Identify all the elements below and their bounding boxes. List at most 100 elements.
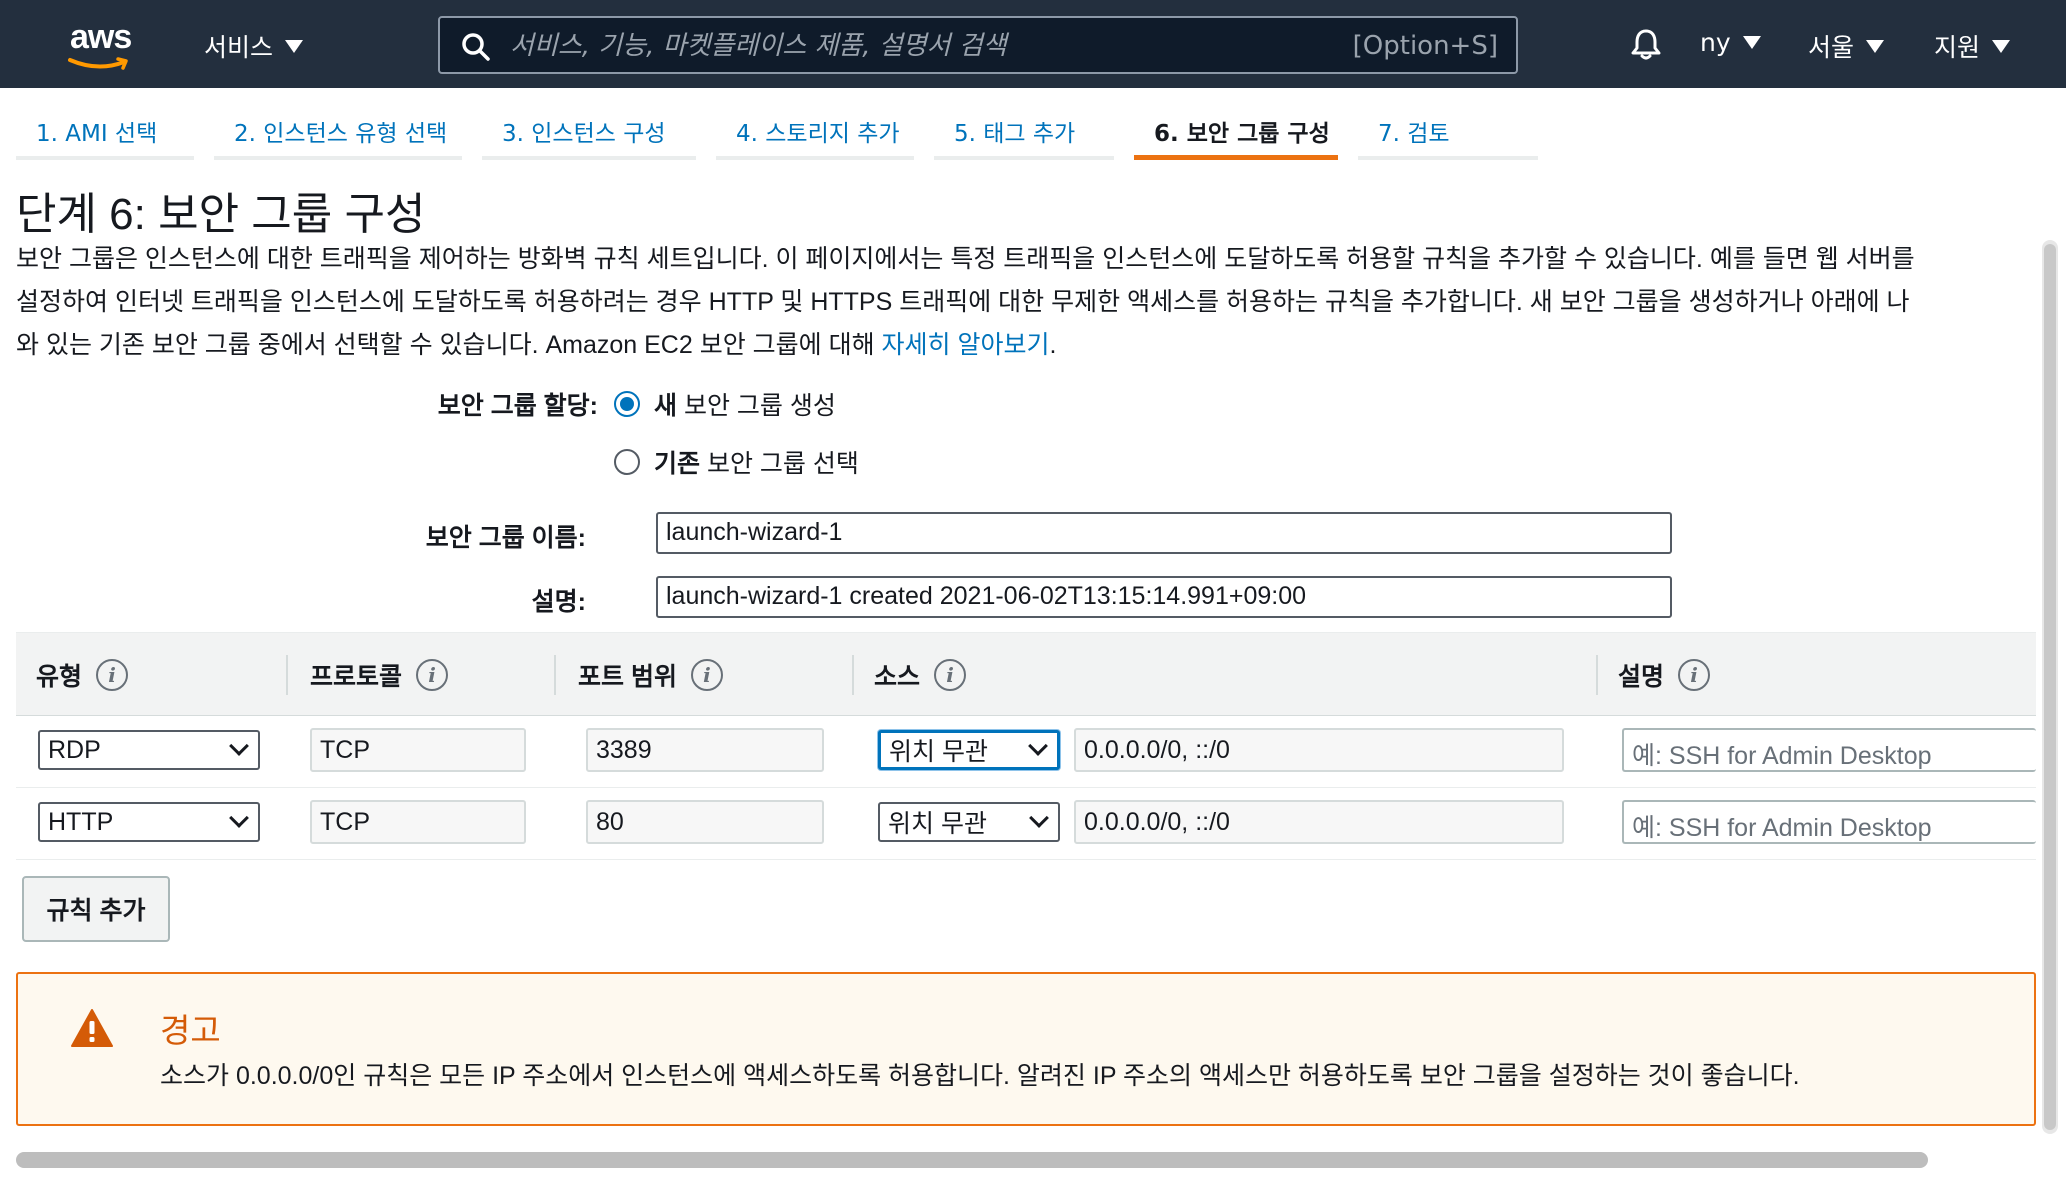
tab-instance-type[interactable]: 2. 인스턴스 유형 선택: [214, 106, 462, 160]
search-input[interactable]: [510, 26, 1310, 66]
services-label: 서비스: [204, 33, 274, 62]
info-icon[interactable]: i: [934, 659, 967, 691]
intro-line-3: 와 있는 기존 보안 그룹 중에서 선택할 수 있습니다. Amazon EC2…: [16, 324, 2036, 367]
tab-instance-config[interactable]: 3. 인스턴스 구성: [482, 106, 696, 160]
description-label: 설명:: [531, 588, 586, 616]
header-description: 설명 i: [1618, 657, 1711, 693]
intro-line-1: 보안 그룹은 인스턴스에 대한 트래픽을 제어하는 방화벽 규칙 세트입니다. …: [16, 245, 1915, 273]
header-divider: [1596, 655, 1598, 695]
top-navigation-bar: aws 서비스 [Option+S] ny 서울 지원: [0, 0, 2066, 88]
vertical-scrollbar-thumb[interactable]: [2044, 244, 2056, 1130]
radio-new-group-label: 새 보안 그룹 생성: [654, 386, 836, 422]
source-select-value: 위치 무관: [889, 738, 988, 766]
source-select[interactable]: 위치 무관: [878, 802, 1060, 842]
protocol-field: TCP: [310, 728, 526, 772]
tab-security-group[interactable]: 6. 보안 그룹 구성: [1134, 106, 1338, 160]
group-name-input[interactable]: launch-wizard-1: [656, 512, 1672, 554]
port-field: 80: [586, 800, 824, 844]
search-icon: [462, 33, 490, 61]
header-type-label: 유형: [36, 663, 83, 691]
intro-line-3-text: 와 있는 기존 보안 그룹 중에서 선택할 수 있습니다. Amazon EC2…: [16, 331, 882, 359]
source-select[interactable]: 위치 무관: [878, 730, 1060, 770]
header-description-label: 설명: [1618, 663, 1665, 691]
radio-existing-group-button[interactable]: [614, 449, 640, 475]
account-menu[interactable]: ny: [1700, 28, 1761, 57]
radio-existing-bold: 기존: [654, 450, 701, 478]
header-protocol-label: 프로토콜: [310, 663, 403, 691]
support-label: 지원: [1934, 33, 1981, 62]
table-row: RDP TCP 3389 위치 무관 0.0.0.0/0, ::/0 예: SS…: [16, 716, 2036, 788]
add-rule-button[interactable]: 규칙 추가: [22, 876, 170, 942]
radio-new-rest: 보안 그룹 생성: [683, 392, 836, 420]
header-port-label: 포트 범위: [578, 663, 677, 691]
search-shortcut-hint: [Option+S]: [1352, 31, 1498, 61]
chevron-down-icon: [229, 808, 249, 828]
port-field: 3389: [586, 728, 824, 772]
assign-label: 보안 그룹 할당:: [437, 392, 598, 420]
region-label: 서울: [1808, 33, 1855, 62]
group-name-label: 보안 그룹 이름:: [425, 524, 586, 552]
protocol-field: TCP: [310, 800, 526, 844]
aws-logo-text: aws: [70, 18, 132, 56]
header-source: 소스 i: [874, 657, 967, 693]
info-icon[interactable]: i: [1678, 659, 1711, 691]
caret-down-icon: [1992, 39, 2011, 53]
header-type: 유형 i: [36, 657, 129, 693]
account-label: ny: [1700, 28, 1731, 57]
rules-table: 유형 i 프로토콜 i 포트 범위 i 소스 i 설명 i RDP TCP 33: [16, 632, 2036, 860]
warning-alert: 경고 소스가 0.0.0.0/0인 규칙은 모든 IP 주소에서 인스턴스에 액…: [16, 972, 2036, 1126]
tab-ami[interactable]: 1. AMI 선택: [16, 106, 194, 160]
services-menu[interactable]: 서비스: [204, 28, 304, 64]
info-icon[interactable]: i: [690, 659, 723, 691]
caret-down-icon: [1742, 36, 1761, 49]
horizontal-scrollbar[interactable]: [16, 1152, 1928, 1168]
rules-table-header: 유형 i 프로토콜 i 포트 범위 i 소스 i 설명 i: [16, 632, 2036, 716]
search-box[interactable]: [Option+S]: [438, 16, 1518, 74]
region-menu[interactable]: 서울: [1808, 28, 1885, 64]
chevron-down-icon: [1028, 736, 1048, 756]
radio-new-group[interactable]: 새 보안 그룹 생성: [614, 386, 836, 422]
tab-tags[interactable]: 5. 태그 추가: [934, 106, 1114, 160]
type-select-value: HTTP: [48, 807, 114, 836]
source-cidr-field[interactable]: 0.0.0.0/0, ::/0: [1074, 728, 1564, 772]
type-select[interactable]: RDP: [38, 730, 260, 770]
radio-new-bold: 새: [654, 392, 678, 420]
aws-logo[interactable]: aws: [64, 14, 144, 74]
info-icon[interactable]: i: [416, 659, 449, 691]
warning-message: 소스가 0.0.0.0/0인 규칙은 모든 IP 주소에서 인스턴스에 액세스하…: [160, 1062, 1800, 1090]
header-divider: [554, 655, 556, 695]
header-protocol: 프로토콜 i: [310, 657, 449, 693]
radio-existing-group-label: 기존 보안 그룹 선택: [654, 444, 859, 480]
source-cidr-field[interactable]: 0.0.0.0/0, ::/0: [1074, 800, 1564, 844]
aws-smile-icon: [68, 57, 128, 70]
info-icon[interactable]: i: [96, 659, 129, 691]
type-select-value: RDP: [48, 735, 101, 764]
header-port: 포트 범위 i: [578, 657, 723, 693]
header-divider: [286, 655, 288, 695]
intro-paragraph: 보안 그룹은 인스턴스에 대한 트래픽을 제어하는 방화벽 규칙 세트입니다. …: [16, 238, 2036, 367]
table-row: HTTP TCP 80 위치 무관 0.0.0.0/0, ::/0 예: SSH…: [16, 788, 2036, 860]
intro-line-2: 설정하여 인터넷 트래픽을 인스턴스에 도달하도록 허용하려는 경우 HTTP …: [16, 288, 1910, 316]
caret-down-icon: [1866, 39, 1885, 53]
radio-existing-group[interactable]: 기존 보안 그룹 선택: [614, 444, 859, 480]
rule-description-input[interactable]: 예: SSH for Admin Desktop: [1622, 728, 2036, 772]
header-source-label: 소스: [874, 663, 921, 691]
warning-title: 경고: [160, 1012, 221, 1049]
description-input[interactable]: launch-wizard-1 created 2021-06-02T13:15…: [656, 576, 1672, 618]
type-select[interactable]: HTTP: [38, 802, 260, 842]
intro-end: .: [1049, 331, 1057, 359]
radio-new-group-button[interactable]: [614, 391, 640, 417]
tab-review[interactable]: 7. 검토: [1358, 106, 1538, 160]
learn-more-link[interactable]: 자세히 알아보기: [882, 331, 1050, 359]
bell-icon[interactable]: [1628, 26, 1664, 62]
radio-existing-rest: 보안 그룹 선택: [706, 450, 859, 478]
support-menu[interactable]: 지원: [1934, 28, 2011, 64]
chevron-down-icon: [1029, 808, 1049, 828]
header-divider: [852, 655, 854, 695]
source-select-value: 위치 무관: [888, 810, 987, 838]
caret-down-icon: [285, 39, 304, 53]
page-title: 단계 6: 보안 그룹 구성: [16, 190, 426, 239]
tab-storage[interactable]: 4. 스토리지 추가: [716, 106, 914, 160]
chevron-down-icon: [229, 736, 249, 756]
rule-description-input[interactable]: 예: SSH for Admin Desktop: [1622, 800, 2036, 844]
